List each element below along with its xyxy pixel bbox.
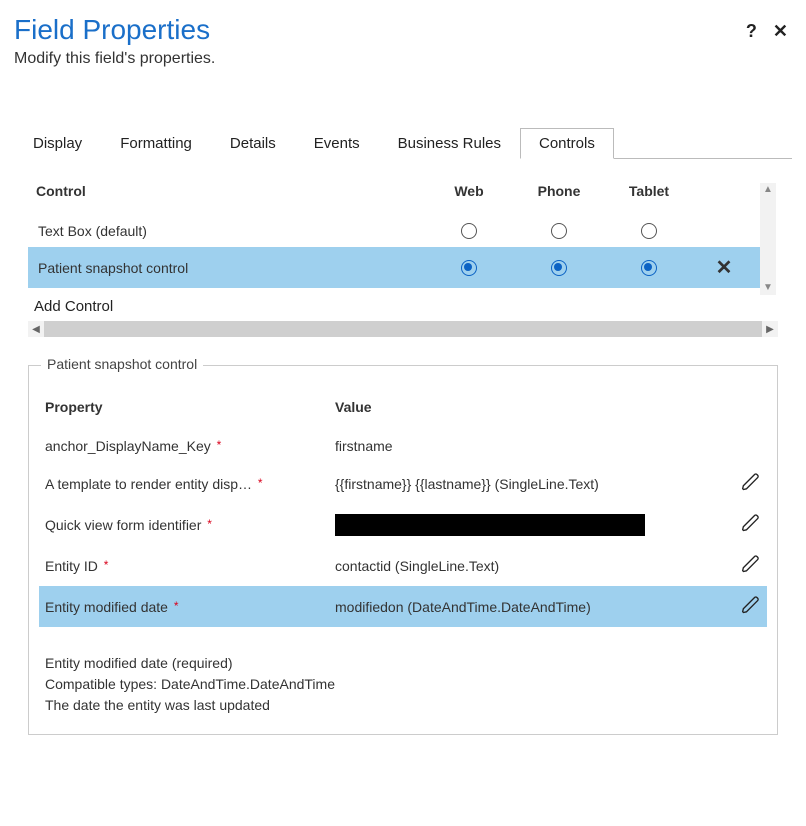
- help-icon[interactable]: ?: [746, 22, 757, 40]
- desc-line-3: The date the entity was last updated: [45, 695, 767, 716]
- property-row[interactable]: Entity modified date *modifiedon (DateAn…: [39, 586, 767, 627]
- desc-line-2: Compatible types: DateAndTime.DateAndTim…: [45, 674, 767, 695]
- property-name: Entity modified date *: [45, 599, 335, 615]
- redacted-value: [335, 514, 645, 536]
- tab-formatting[interactable]: Formatting: [101, 128, 211, 159]
- edit-icon[interactable]: [741, 520, 761, 536]
- tab-details[interactable]: Details: [211, 128, 295, 159]
- tab-business-rules[interactable]: Business Rules: [379, 128, 520, 159]
- control-row[interactable]: Patient snapshot control ✕: [28, 247, 762, 288]
- tab-controls[interactable]: Controls: [520, 128, 614, 159]
- desc-line-1: Entity modified date (required): [45, 653, 767, 674]
- col-phone: Phone: [514, 183, 604, 199]
- scroll-up-icon[interactable]: ▲: [763, 183, 773, 197]
- edit-icon[interactable]: [741, 479, 761, 495]
- property-value: {{firstname}} {{lastname}} (SingleLine.T…: [335, 476, 715, 492]
- property-name: Entity ID *: [45, 558, 335, 574]
- property-name: Quick view form identifier *: [45, 517, 335, 533]
- dialog-subtitle: Modify this field's properties.: [14, 50, 746, 68]
- required-asterisk-icon: *: [217, 438, 222, 452]
- horizontal-scrollbar[interactable]: ◀ ▶: [28, 321, 778, 337]
- required-asterisk-icon: *: [104, 558, 109, 572]
- radio-button[interactable]: [461, 260, 477, 276]
- group-legend: Patient snapshot control: [41, 356, 203, 372]
- property-name: anchor_DisplayName_Key *: [45, 438, 335, 454]
- required-asterisk-icon: *: [207, 517, 212, 531]
- tab-display[interactable]: Display: [14, 128, 101, 159]
- required-asterisk-icon: *: [258, 476, 263, 490]
- radio-button[interactable]: [551, 223, 567, 239]
- radio-button[interactable]: [641, 260, 657, 276]
- tab-strip: DisplayFormattingDetailsEventsBusiness R…: [14, 128, 792, 159]
- col-value: Value: [335, 399, 715, 415]
- control-properties-group: Patient snapshot control Property Value …: [28, 365, 778, 735]
- col-property: Property: [45, 399, 335, 415]
- remove-control-icon[interactable]: ✕: [694, 255, 754, 280]
- property-row[interactable]: Entity ID *contactid (SingleLine.Text): [39, 545, 767, 586]
- tab-events[interactable]: Events: [295, 128, 379, 159]
- scroll-left-icon[interactable]: ◀: [28, 321, 44, 337]
- control-name: Text Box (default): [36, 223, 424, 239]
- col-tablet: Tablet: [604, 183, 694, 199]
- property-row[interactable]: A template to render entity disp… *{{fir…: [39, 463, 767, 504]
- radio-button[interactable]: [641, 223, 657, 239]
- property-value: firstname: [335, 438, 715, 454]
- col-web: Web: [424, 183, 514, 199]
- property-name: A template to render entity disp… *: [45, 476, 335, 492]
- scroll-down-icon[interactable]: ▼: [763, 281, 773, 295]
- control-row[interactable]: Text Box (default): [28, 215, 762, 247]
- control-name: Patient snapshot control: [36, 260, 424, 276]
- add-control-link[interactable]: Add Control: [28, 288, 762, 317]
- required-asterisk-icon: *: [174, 599, 179, 613]
- property-row[interactable]: anchor_DisplayName_Key *firstname: [39, 429, 767, 463]
- property-row[interactable]: Quick view form identifier *: [39, 504, 767, 545]
- controls-table: Control Web Phone Tablet Text Box (defau…: [28, 179, 762, 317]
- edit-icon[interactable]: [741, 602, 761, 618]
- property-value: [335, 514, 715, 536]
- radio-button[interactable]: [551, 260, 567, 276]
- close-icon[interactable]: ✕: [773, 22, 788, 40]
- scroll-right-icon[interactable]: ▶: [762, 321, 778, 337]
- edit-icon[interactable]: [741, 561, 761, 577]
- property-value: modifiedon (DateAndTime.DateAndTime): [335, 599, 715, 615]
- dialog-title: Field Properties: [14, 14, 746, 46]
- property-value: contactid (SingleLine.Text): [335, 558, 715, 574]
- col-control: Control: [36, 183, 424, 199]
- radio-button[interactable]: [461, 223, 477, 239]
- vertical-scrollbar[interactable]: ▲ ▼: [760, 183, 776, 295]
